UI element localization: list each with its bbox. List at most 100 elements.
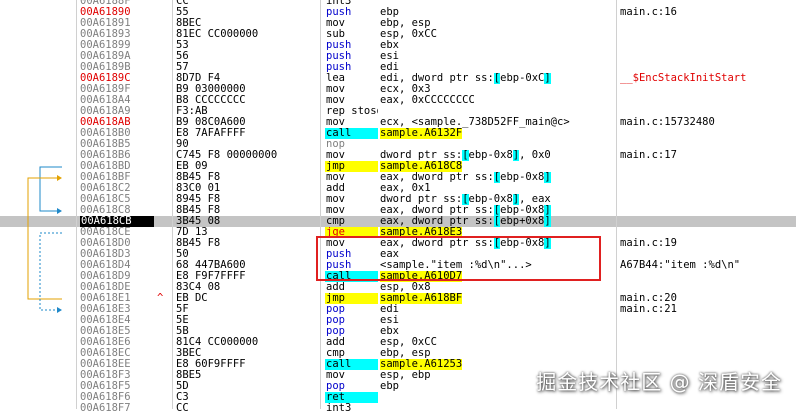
opcode-bytes: 57 [176,62,189,73]
address: 00A618CB [80,216,154,227]
operand-part: sample.A618C8 [380,161,463,172]
disasm-row[interactable]: 00A618B5 90 nop [0,139,796,150]
operand-part: ebp [380,381,399,392]
disasm-row[interactable]: 00A618E4 5E pop esi [0,315,796,326]
operands: eax, dword ptr ss:[ebp+0x8] [380,216,615,227]
opcode-bytes: B9 08C0A600 [176,117,246,128]
operands: edi, dword ptr ss:[ebp-0xC] [380,73,615,84]
opcode-bytes: EB DC [176,293,208,304]
opcode-bytes: 5B [176,326,189,337]
disasm-row[interactable]: 00A618BF 8B45 F8 mov eax, dword ptr ss:[ebp… [0,172,796,183]
disasm-row[interactable]: 00A61891 8BEC mov ebp, esp [0,18,796,29]
operands: esi [380,315,615,326]
operands: sample.A618BF [380,293,615,304]
mnemonic: pop [326,315,345,326]
mnemonic: add [326,337,345,348]
disasm-row[interactable]: 00A618E3 5F pop edi main.c:21 [0,304,796,315]
operands: eax, dword ptr ss:[ebp-0x8] [380,172,615,183]
mnemonic: mov [326,370,345,381]
mnemonic: sub [326,29,345,40]
disassembly-view[interactable]: 00A6188F CC int3 00A61890 55 push ebp main.c:16… [0,0,796,414]
address: 00A618EC [80,348,131,359]
operand-part: sample.A6132F [380,128,463,139]
address: 00A618F3 [80,370,131,381]
opcode-bytes: 56 [176,51,189,62]
address: 00A618B5 [80,139,131,150]
operand-part: ebx [380,326,399,337]
operand-part: ] [544,172,551,183]
opcode-bytes: 8B45 F8 [176,238,221,249]
address: 00A618E6 [80,337,131,348]
mnemonic: pop [326,381,345,392]
disasm-row[interactable]: 00A618E5 5B pop ebx [0,326,796,337]
operand-part: eax, 0xCCCCCCCC [380,95,475,106]
operand-part: sample.A61253 [380,359,463,370]
opcode-bytes: 8D7D F4 [176,73,221,84]
disasm-row[interactable]: 00A618A4 B8 CCCCCCCC mov eax, 0xCCCCCCCC [0,95,796,106]
address: 00A618D4 [80,260,131,271]
opcode-bytes: F3:AB [176,106,208,117]
disasm-row[interactable]: 00A61890 55 push ebp main.c:16 [0,7,796,18]
address: 00A6189C [80,73,131,84]
operands: sample.A6132F [380,128,615,139]
opcode-bytes: EB 09 [176,161,208,172]
address: 00A618E4 [80,315,131,326]
disasm-row[interactable]: 00A6189F B9 03000000 mov ecx, 0x3 [0,84,796,95]
address: 00A618AB [80,117,131,128]
disasm-row[interactable]: 00A618B0 E8 7AFAFFFF call sample.A6132F [0,128,796,139]
disasm-row[interactable]: 00A6189C 8D7D F4 lea edi, dword ptr ss:[ebp… [0,73,796,84]
disasm-row[interactable]: 00A618E6 81C4 CC000000 add esp, 0xCC [0,337,796,348]
comment: main.c:21 [620,304,677,315]
column-separator [320,0,321,409]
mnemonic: call [325,359,378,370]
opcode-bytes: 3B45 08 [176,216,221,227]
operands: esp, 0xCC [380,337,615,348]
comment: main.c:20 [620,293,677,304]
mnemonic: mov [326,205,345,216]
disasm-row[interactable]: 00A618BD EB 09 jmp sample.A618C8 [0,161,796,172]
opcode-bytes: 5D [176,381,189,392]
disasm-row[interactable]: 00A6189B 57 push edi [0,62,796,73]
disasm-row[interactable]: 00A618CB 3B45 08 cmp eax, dword ptr ss:[ebp… [0,216,796,227]
disasm-row[interactable]: 00A618A9 F3:AB rep stosd [0,106,796,117]
disasm-row[interactable]: 00A618B6 C745 F8 00000000 mov dword ptr ss:… [0,150,796,161]
operand-part: dword ptr ss: [380,194,463,205]
operands: esp, 0xCC [380,29,615,40]
disasm-row[interactable]: 00A6188F CC int3 [0,0,796,7]
address: 00A618B0 [80,128,131,139]
operands: eax, 0xCCCCCCCC [380,95,615,106]
opcode-bytes: 68 447BA600 [176,260,246,271]
mnemonic: nop [326,139,345,150]
operand-part: ] [544,73,551,84]
opcode-bytes: 55 [176,7,189,18]
mnemonic: mov [326,18,345,29]
disasm-row[interactable]: 00A618AB B9 08C0A600 mov ecx, <sample._738D… [0,117,796,128]
disasm-row[interactable]: 00A61893 81EC CC000000 sub esp, 0xCC [0,29,796,40]
address: 00A6189B [80,62,131,73]
opcode-bytes: C3 [176,392,189,403]
disasm-row[interactable]: 00A618E1 ^ EB DC jmp sample.A618BF main.c:20 [0,293,796,304]
opcode-bytes: E8 60F9FFFF [176,359,246,370]
mnemonic: cmp [326,348,345,359]
comment: A67B44:"item :%d\n" [620,260,741,271]
opcode-bytes: 5F [176,304,189,315]
operand-part: ecx, 0x3 [380,84,431,95]
operand-part: edi [380,304,399,315]
operand-part: ecx, <sample._738D52FF_main@c> [380,117,570,128]
disasm-row[interactable]: 00A618C2 83C0 01 add eax, 0x1 [0,183,796,194]
address: 00A61890 [80,7,131,18]
disasm-row[interactable]: 00A618DE 83C4 08 add esp, 0x8 [0,282,796,293]
column-separator [172,0,173,409]
operand-part: edi, dword ptr ss: [380,73,494,84]
mnemonic: cmp [326,216,345,227]
highlight-box [316,236,601,281]
disasm-row[interactable]: 00A618C5 8945 F8 mov dword ptr ss:[ebp-0x8]… [0,194,796,205]
disasm-row[interactable]: 00A6189A 56 push esi [0,51,796,62]
disasm-row[interactable]: 00A618C8 8B45 F8 mov eax, dword ptr ss:[ebp… [0,205,796,216]
disasm-row[interactable]: 00A618EC 3BEC cmp ebp, esp [0,348,796,359]
operands: esi [380,51,615,62]
operand-part: eax, 0x1 [380,183,431,194]
disasm-row[interactable]: 00A61899 53 push ebx [0,40,796,51]
address: 00A618D0 [80,238,131,249]
jump-direction-marker: ^ [157,293,164,304]
